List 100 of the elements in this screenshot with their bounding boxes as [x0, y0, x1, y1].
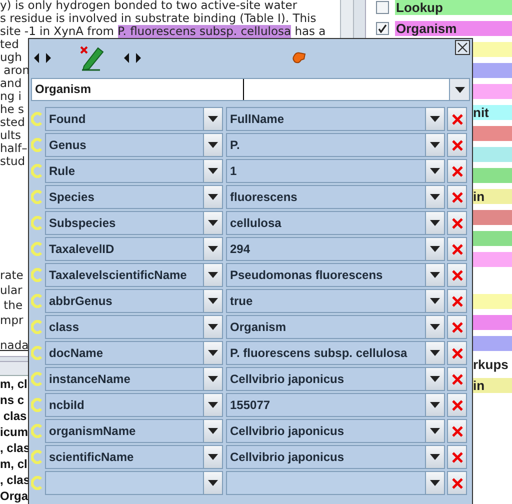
- dropdown-button[interactable]: [203, 368, 222, 390]
- dropdown-button[interactable]: [425, 212, 444, 234]
- annotation-type-label[interactable]: in: [471, 378, 512, 393]
- feature-value-combo[interactable]: fluorescens: [226, 185, 445, 209]
- feature-value-combo[interactable]: Cellvibrio japonicus: [226, 419, 445, 443]
- annotation-type-label[interactable]: [471, 231, 512, 246]
- feature-value-combo[interactable]: Cellvibrio japonicus: [226, 445, 445, 469]
- dropdown-button[interactable]: [425, 368, 444, 390]
- dropdown-button[interactable]: [425, 238, 444, 260]
- dropdown-button[interactable]: [203, 342, 222, 364]
- annotation-type-label[interactable]: [471, 42, 512, 57]
- feature-name-combo[interactable]: Found: [45, 107, 223, 131]
- delete-button[interactable]: [447, 211, 467, 235]
- feature-value-combo[interactable]: 294: [226, 237, 445, 261]
- feature-name-combo[interactable]: scientificName: [45, 445, 223, 469]
- feature-value-combo[interactable]: FullName: [226, 107, 445, 131]
- dropdown-button[interactable]: [425, 108, 444, 130]
- dropdown-button[interactable]: [203, 160, 222, 182]
- delete-button[interactable]: [447, 367, 467, 391]
- delete-button[interactable]: [447, 263, 467, 287]
- dropdown-button[interactable]: [425, 342, 444, 364]
- annotation-type-label[interactable]: rkups: [471, 357, 508, 372]
- delete-button[interactable]: [447, 107, 467, 131]
- dropdown-button[interactable]: [449, 79, 469, 100]
- delete-button[interactable]: [447, 289, 467, 313]
- feature-name-combo[interactable]: TaxalevelscientificName: [45, 263, 223, 287]
- delete-button[interactable]: [447, 237, 467, 261]
- feature-value-combo[interactable]: P.: [226, 133, 445, 157]
- annotation-type-label[interactable]: [471, 294, 512, 309]
- dropdown-button[interactable]: [203, 264, 222, 286]
- feature-name-combo[interactable]: ncbiId: [45, 393, 223, 417]
- annotation-type-label[interactable]: nit: [471, 105, 512, 120]
- feature-name-combo[interactable]: Species: [45, 185, 223, 209]
- dropdown-button[interactable]: [425, 186, 444, 208]
- feature-name-combo[interactable]: Subspecies: [45, 211, 223, 235]
- feature-name-combo[interactable]: instanceName: [45, 367, 223, 391]
- delete-button[interactable]: [447, 393, 467, 417]
- annotation-type-label[interactable]: [471, 252, 512, 267]
- delete-button[interactable]: [447, 159, 467, 183]
- annotation-type-label[interactable]: [471, 168, 512, 183]
- delete-button[interactable]: [447, 341, 467, 365]
- delete-button[interactable]: [447, 185, 467, 209]
- dropdown-button[interactable]: [425, 472, 444, 494]
- feature-name-combo[interactable]: organismName: [45, 419, 223, 443]
- dropdown-button[interactable]: [203, 446, 222, 468]
- feature-name-combo[interactable]: Genus: [45, 133, 223, 157]
- feature-value-combo[interactable]: Cellvibrio japonicus: [226, 367, 445, 391]
- annotation-type-label[interactable]: [471, 147, 512, 162]
- feature-name-combo[interactable]: docName: [45, 341, 223, 365]
- pin-icon[interactable]: [292, 51, 306, 65]
- feature-value-combo[interactable]: P. fluorescens subsp. cellulosa: [226, 341, 445, 365]
- dropdown-button[interactable]: [203, 134, 222, 156]
- annotation-type-label[interactable]: [471, 315, 512, 330]
- dropdown-button[interactable]: [203, 472, 222, 494]
- dropdown-button[interactable]: [203, 420, 222, 442]
- delete-button[interactable]: [447, 445, 467, 469]
- delete-button[interactable]: [447, 133, 467, 157]
- navigation-arrows-icon[interactable]: [34, 52, 52, 64]
- annotation-type-label[interactable]: [471, 336, 512, 351]
- close-button[interactable]: [455, 40, 470, 55]
- annotation-type-label[interactable]: [471, 63, 512, 78]
- feature-value-combo[interactable]: 1: [226, 159, 445, 183]
- checkbox[interactable]: [376, 22, 389, 35]
- dropdown-button[interactable]: [425, 264, 444, 286]
- feature-name-combo[interactable]: class: [45, 315, 223, 339]
- feature-value-combo[interactable]: Pseudomonas fluorescens: [226, 263, 445, 287]
- delete-button[interactable]: [447, 315, 467, 339]
- annotation-highlight[interactable]: P. fluorescens subsp. cellulosa: [118, 25, 292, 38]
- dropdown-button[interactable]: [203, 394, 222, 416]
- annotation-type-label[interactable]: Organism: [395, 21, 512, 36]
- dropdown-button[interactable]: [425, 420, 444, 442]
- feature-value-combo[interactable]: cellulosa: [226, 211, 445, 235]
- checkbox[interactable]: [376, 1, 389, 14]
- delete-button[interactable]: [447, 419, 467, 443]
- feature-name-combo[interactable]: TaxalevelID: [45, 237, 223, 261]
- dropdown-button[interactable]: [203, 290, 222, 312]
- navigation-arrows-icon[interactable]: [124, 52, 142, 64]
- feature-name-combo[interactable]: Rule: [45, 159, 223, 183]
- annotation-type-label[interactable]: [471, 84, 512, 99]
- type-combo-box[interactable]: Organism: [31, 78, 470, 101]
- dropdown-button[interactable]: [425, 134, 444, 156]
- dropdown-button[interactable]: [425, 290, 444, 312]
- dropdown-button[interactable]: [203, 108, 222, 130]
- dropdown-button[interactable]: [425, 394, 444, 416]
- dropdown-button[interactable]: [425, 316, 444, 338]
- annotation-type-label[interactable]: [471, 126, 512, 141]
- dropdown-button[interactable]: [203, 238, 222, 260]
- feature-value-combo[interactable]: 155077: [226, 393, 445, 417]
- feature-value-combo[interactable]: true: [226, 289, 445, 313]
- dropdown-button[interactable]: [203, 316, 222, 338]
- pencil-delete-icon[interactable]: [78, 45, 104, 71]
- delete-button[interactable]: [447, 471, 467, 495]
- dropdown-button[interactable]: [203, 212, 222, 234]
- dropdown-button[interactable]: [425, 160, 444, 182]
- link[interactable]: nada: [0, 338, 29, 353]
- annotation-type-label[interactable]: in: [471, 189, 512, 204]
- dropdown-button[interactable]: [203, 186, 222, 208]
- dropdown-button[interactable]: [425, 446, 444, 468]
- feature-name-combo[interactable]: abbrGenus: [45, 289, 223, 313]
- feature-value-combo[interactable]: Organism: [226, 315, 445, 339]
